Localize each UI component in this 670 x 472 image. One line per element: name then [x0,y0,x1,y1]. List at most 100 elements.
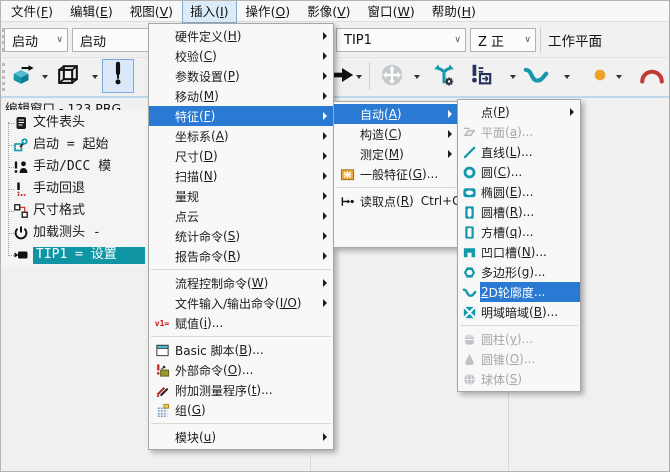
menu-item[interactable]: 参数设置(P) [149,66,333,86]
menubar-item[interactable]: 文件(F) [3,0,61,23]
probe-angle-combo[interactable]: Z 正∨ [470,28,536,52]
menu-item[interactable]: 直线(L)... [458,142,580,162]
menu-item[interactable]: 平面(a)... [458,122,580,142]
chevron-down-icon[interactable]: ∨ [448,36,461,45]
menu-item-label: 圆槽(R)... [481,204,534,221]
point-button[interactable] [584,61,616,93]
toolbar-separator [540,27,541,53]
caret-down-icon[interactable] [510,75,516,79]
auto-feature-cube-button[interactable] [6,61,38,93]
menubar-item[interactable]: 插入(I) [182,0,236,23]
menubar-item[interactable]: 帮助(H) [424,0,484,23]
menu-item-label: 量规 [175,188,199,205]
menu-item[interactable]: 文件输入/输出命令(I/O) [149,293,333,313]
caret-down-icon[interactable] [356,75,362,79]
round-slot-icon [458,205,481,220]
menu-item[interactable]: 特征(F) [149,106,333,126]
menu-item[interactable]: 球体(S) [458,369,580,389]
caret-down-icon[interactable] [414,75,420,79]
alignment-combo[interactable]: 启动∨ [4,28,68,52]
cube-view-button[interactable] [52,61,84,93]
menu-item[interactable]: 2D轮廓度... [458,282,580,302]
probe-button[interactable] [102,59,134,93]
menubar-item[interactable]: 视图(V) [122,0,181,23]
menu-item-label: 赋值(i)... [175,315,223,332]
menu-item-label: 椭圆(E)... [481,184,533,201]
menu-item[interactable]: 圆(C)... [458,162,580,182]
menu-item[interactable]: 椭圆(E)... [458,182,580,202]
tip-combo[interactable]: TIP1∨ [336,28,466,52]
menu-item[interactable]: 明域暗域(B)... [458,302,580,322]
menu-item[interactable]: 多边形(g)... [458,262,580,282]
menu-item-label: 点(P) [481,104,510,121]
menu-item[interactable]: 点云 [149,206,333,226]
menu-item[interactable]: 报告命令(R) [149,246,333,266]
tree-item-label: 启动 = 起始 [33,137,108,153]
plane-icon [458,125,481,140]
menu-item[interactable]: 一般特征(G)... [334,164,458,184]
submenu-arrow-icon [323,132,327,140]
caret-down-icon[interactable] [564,75,570,79]
menu-item-label: 硬件定义(H) [175,28,241,45]
load-probe-icon [13,225,29,241]
menu-item[interactable]: 坐标系(A) [149,126,333,146]
scan-curve-button[interactable] [520,61,552,93]
menubar-item[interactable]: 影像(V) [299,0,358,23]
menubar-item-label: 帮助(H) [432,4,476,19]
menu-item-label: Basic 脚本(B)... [175,342,264,359]
menu-item[interactable]: 校验(C) [149,46,333,66]
submenu-arrow-icon [323,252,327,260]
menu-item[interactable]: 流程控制命令(W) [149,273,333,293]
menubar-item[interactable]: 编辑(E) [62,0,121,23]
caret-down-icon[interactable] [42,75,48,79]
menu-item[interactable]: 测定(M) [334,144,458,164]
submenu-arrow-icon [323,212,327,220]
menubar: 文件(F) 编辑(E)视图(V)插入(I)操作(O)影像(V)窗口(W) 帮助(H) [0,0,670,22]
menu-item[interactable]: 外部命令(O)... [149,360,333,380]
attach-program-icon [149,383,175,398]
menubar-item[interactable]: 窗口(W) [360,0,423,23]
menu-item[interactable]: 圆槽(R)... [458,202,580,222]
probe-changer-button[interactable] [464,61,496,93]
chevron-down-icon[interactable]: ∨ [50,36,63,45]
arc-icon [639,62,665,92]
menu-item[interactable]: 统计命令(S) [149,226,333,246]
menu-item[interactable]: 点(P) [458,102,580,122]
menu-item[interactable]: 移动(M) [149,86,333,106]
menu-item[interactable]: 方槽(q)... [458,222,580,242]
caret-down-icon[interactable] [92,75,98,79]
menu-item[interactable]: 凹口槽(N)... [458,242,580,262]
menu-item[interactable]: 附加测量程序(t)... [149,380,333,400]
menu-item-label: 一般特征(G)... [360,166,438,183]
menu-item[interactable]: 圆柱(y)... [458,329,580,349]
tree-item-label: 手动回退 [33,181,85,197]
menu-item-label: 特征(F) [175,108,215,125]
arc-button[interactable] [636,61,668,93]
chevron-down-icon[interactable]: ∨ [518,36,531,45]
menu-item[interactable]: 自动(A) [334,104,458,124]
menu-item[interactable]: 圆锥(O)... [458,349,580,369]
menubar-item[interactable]: 操作(O) [238,0,299,23]
move-disabled-button[interactable] [376,61,408,93]
menu-item[interactable]: 扫描(N) [149,166,333,186]
menu-item[interactable]: 组(G) [149,400,333,420]
menu-item[interactable]: Basic 脚本(B)... [149,340,333,360]
menu-item[interactable]: 尺寸(D) [149,146,333,166]
menu-item[interactable]: 模块(u) [149,427,333,447]
menu-item[interactable]: 量规 [149,186,333,206]
path-gear-button[interactable] [428,61,460,93]
toolbar-grip[interactable] [2,63,5,91]
bright-dark-icon [458,305,481,320]
menu-separator [460,325,578,326]
tree-item-label: 尺寸格式 [33,203,85,219]
caret-down-icon[interactable] [616,75,622,79]
menu-item[interactable]: 读取点(R)Ctrl+G [334,191,458,211]
menu-item[interactable]: 硬件定义(H) [149,26,333,46]
scan-curve-icon [523,62,549,92]
menu-item-label: 明域暗域(B)... [481,304,558,321]
menubar-item-label: 文件(F) [11,4,53,19]
menu-item[interactable]: 构造(C) [334,124,458,144]
submenu-arrow-icon [448,110,452,118]
menu-item[interactable]: v1=赋值(i)... [149,313,333,333]
menu-item-label: 圆柱(y)... [481,331,533,348]
